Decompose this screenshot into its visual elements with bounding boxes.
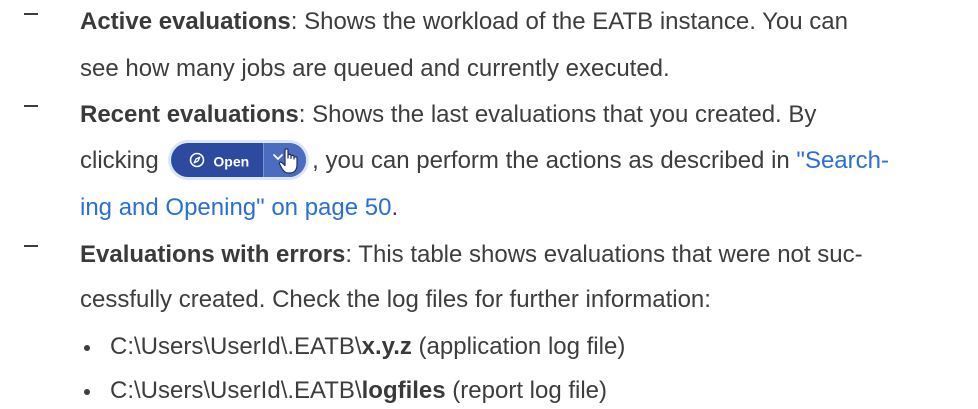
item-line: ing and Opening" on page 50. [80, 190, 398, 226]
term-label: Active evaluations [80, 8, 291, 35]
hand-pointer-icon [273, 147, 298, 174]
item-line: Evaluations with errors: This table show… [80, 237, 863, 273]
bullet-dot [84, 345, 90, 351]
term-label: Evaluations with errors [80, 241, 346, 268]
item-line: Recent evaluations: Shows the last evalu… [80, 97, 816, 133]
item-line: clicking Open , you can perform the actio… [80, 142, 889, 179]
description-text: cessfully created. Check the log files f… [80, 286, 711, 313]
item-line: see how many jobs are queued and current… [80, 51, 670, 87]
cross-reference-link[interactable]: "Search- [796, 147, 889, 174]
description-text: : Shows the last evaluations that you cr… [298, 101, 817, 128]
open-split-button[interactable]: Open [171, 142, 307, 177]
dash-bullet [24, 245, 38, 247]
description-text: : This table shows evaluations that were… [345, 241, 863, 268]
bullet-dot [84, 389, 90, 395]
file-description: (application log file) [411, 333, 626, 360]
dash-bullet [24, 105, 38, 107]
term-label: Recent evaluations [80, 101, 299, 128]
file-description: (report log file) [445, 377, 608, 404]
open-button-label: Open [213, 152, 250, 169]
dash-bullet [24, 13, 38, 15]
description-text: , you can perform the actions as describ… [312, 147, 790, 174]
file-path-bold: x.y.z [361, 333, 412, 360]
description-text: clicking [80, 147, 159, 174]
open-button[interactable]: Open [171, 143, 263, 177]
cross-reference-link-continued[interactable]: ing and Opening" on page 50 [80, 194, 391, 221]
sub-list-item: C:\Users\UserId\.EATB\logfiles (report l… [110, 373, 607, 409]
description-text: . [391, 194, 399, 221]
file-path: C:\Users\UserId\.EATB\ [110, 333, 362, 360]
item-line: cessfully created. Check the log files f… [80, 282, 711, 318]
open-dropdown-toggle[interactable] [264, 142, 307, 177]
compass-icon [190, 152, 205, 168]
sub-list-item: C:\Users\UserId\.EATB\x.y.z (application… [110, 329, 625, 365]
file-path-bold: logfiles [361, 377, 446, 404]
item-line: Active evaluations: Shows the workload o… [80, 4, 848, 40]
description-text: : Shows the workload of the EATB instanc… [290, 8, 848, 35]
file-path: C:\Users\UserId\.EATB\ [110, 377, 362, 404]
description-text: see how many jobs are queued and current… [80, 55, 670, 82]
